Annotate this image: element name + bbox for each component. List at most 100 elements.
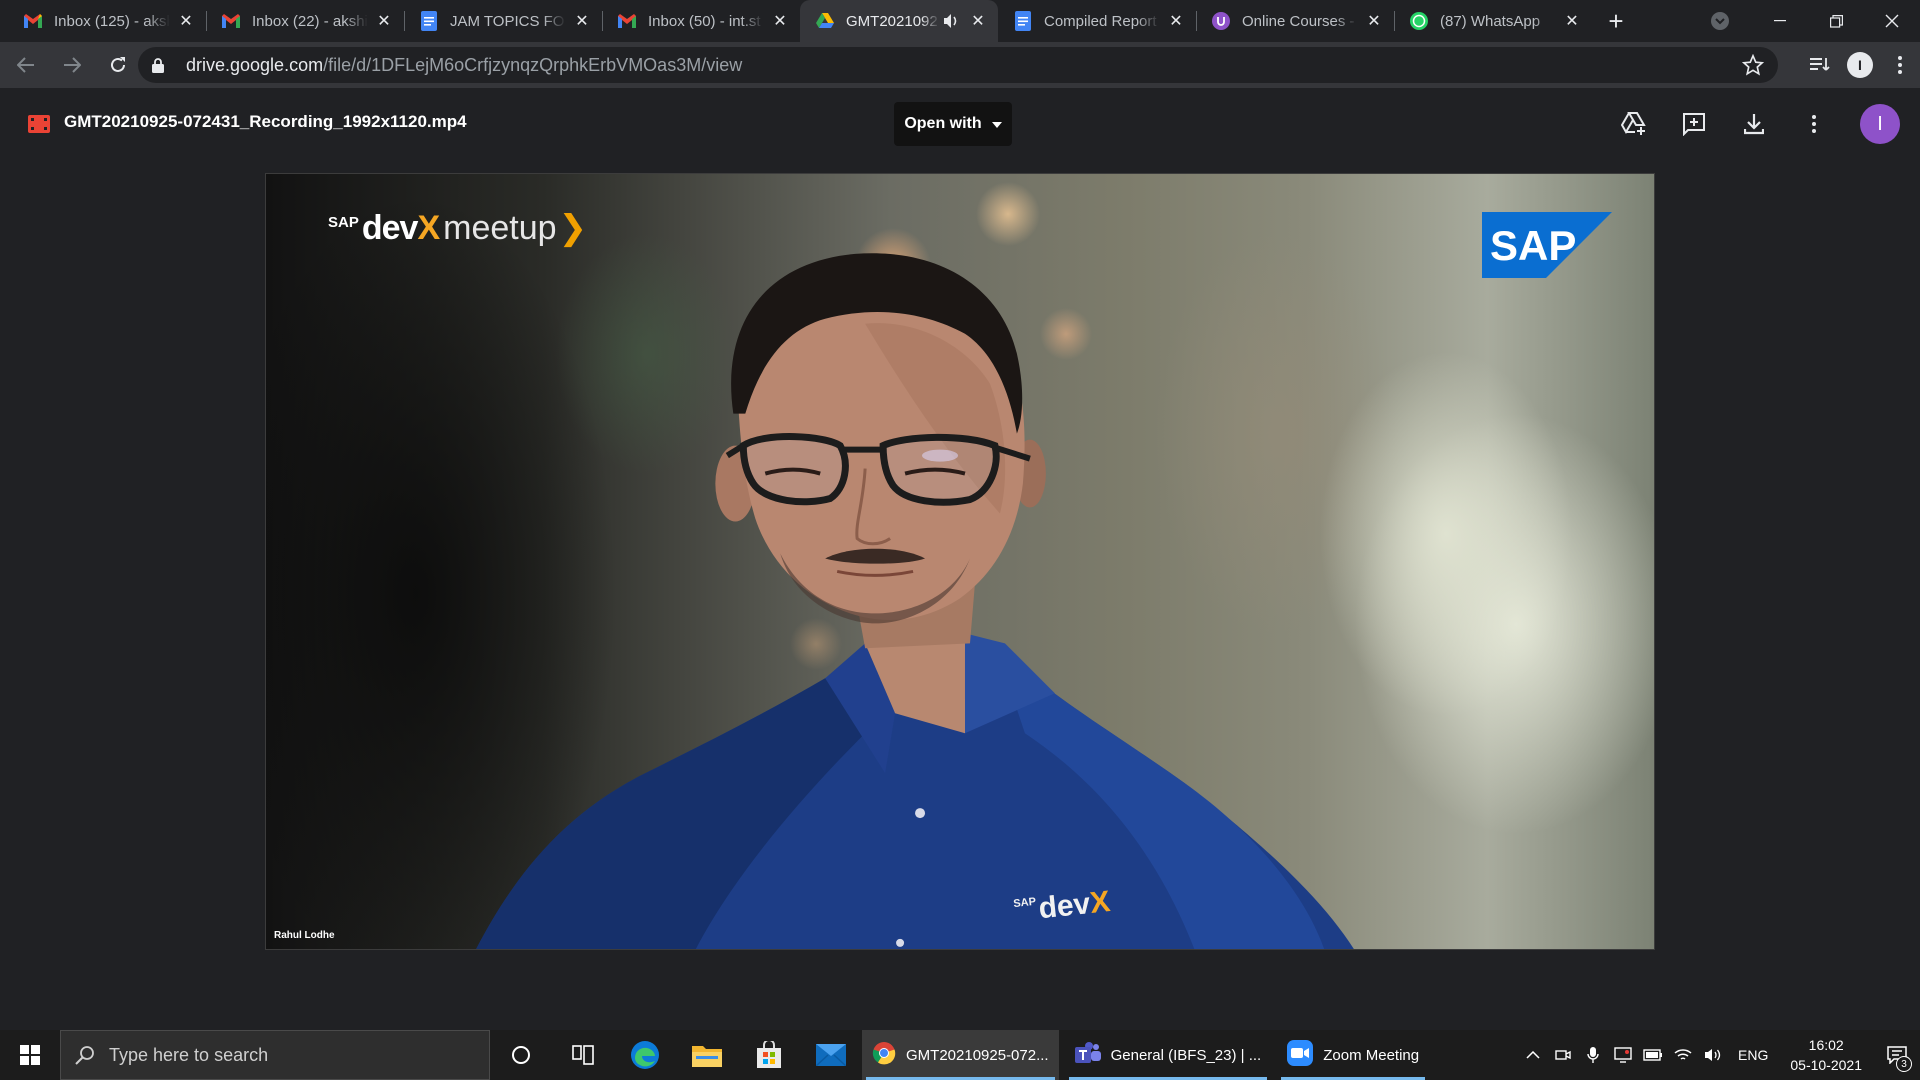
system-clock[interactable]: 16:02 05-10-2021	[1778, 1035, 1874, 1075]
courses-icon	[1212, 12, 1230, 30]
download-icon[interactable]	[1732, 102, 1776, 146]
gmail-icon	[24, 12, 42, 30]
taskbar-window-zoom[interactable]: Zoom Meeting	[1277, 1030, 1429, 1080]
gmail-icon	[618, 12, 636, 30]
svg-text:SAP: SAP	[1490, 222, 1576, 269]
tab-online-courses[interactable]: Online Courses - ✕	[1196, 0, 1394, 42]
taskbar-window-label: GMT20210925-072...	[906, 1046, 1049, 1064]
sap-brand-logo: SAP	[1482, 212, 1612, 278]
video-file-icon	[28, 115, 50, 133]
close-tab-icon[interactable]: ✕	[176, 11, 196, 31]
video-stage: SAP dev Xmeetup ❯ SAP SAPdevX Rahul Lodhe	[0, 160, 1920, 1030]
url-host: drive.google.com	[186, 54, 324, 75]
tab-drive-recording[interactable]: GMT2021092 ✕	[800, 0, 998, 42]
taskbar-window-label: General (IBFS_23) | ...	[1110, 1046, 1262, 1064]
tab-title: JAM TOPICS FOR	[450, 12, 566, 30]
wifi-icon[interactable]	[1668, 1030, 1698, 1080]
search-icon	[75, 1045, 95, 1065]
tab-gmail-inbox-125[interactable]: Inbox (125) - akshay ✕	[8, 0, 206, 42]
tab-title: Inbox (22) - akshit	[252, 12, 368, 30]
address-bar[interactable]: drive.google.com/file/d/1DFLejM6oCrfjzyn…	[138, 47, 1778, 83]
clock-time: 16:02	[1808, 1037, 1844, 1053]
forward-icon[interactable]	[52, 45, 92, 85]
microphone-icon[interactable]	[1578, 1030, 1608, 1080]
account-avatar[interactable]: I	[1860, 104, 1900, 144]
volume-icon[interactable]	[1698, 1030, 1728, 1080]
new-tab-button[interactable]: +	[1598, 0, 1634, 42]
browser-menu-icon[interactable]	[1880, 45, 1920, 85]
window-controls	[1752, 0, 1920, 42]
back-icon[interactable]	[6, 45, 46, 85]
caret-down-icon	[991, 115, 1002, 133]
tab-title: Inbox (125) - akshay	[54, 12, 170, 30]
tab-title: GMT2021092	[846, 12, 938, 30]
mail-icon[interactable]	[800, 1030, 862, 1080]
minimize-icon[interactable]	[1752, 0, 1808, 42]
bookmark-star-icon[interactable]	[1741, 53, 1765, 81]
close-tab-icon[interactable]: ✕	[770, 11, 790, 31]
docs-icon	[420, 11, 438, 31]
add-comment-icon[interactable]	[1672, 102, 1716, 146]
edge-icon[interactable]	[614, 1030, 676, 1080]
more-options-icon[interactable]	[1792, 102, 1836, 146]
whatsapp-icon	[1410, 12, 1428, 30]
tab-whatsapp[interactable]: (87) WhatsApp ✕	[1394, 0, 1592, 42]
search-placeholder: Type here to search	[109, 1044, 269, 1065]
tab-compiled-report[interactable]: Compiled Report ✕	[998, 0, 1196, 42]
tab-gmail-inbox-22[interactable]: Inbox (22) - akshit ✕	[206, 0, 404, 42]
battery-icon[interactable]	[1638, 1030, 1668, 1080]
sap-devx-meetup-logo: SAP dev Xmeetup ❯	[328, 209, 588, 247]
restore-icon[interactable]	[1808, 0, 1864, 42]
tab-list: Inbox (125) - akshay ✕ Inbox (22) - aksh…	[0, 0, 1634, 42]
close-tab-icon[interactable]: ✕	[968, 11, 988, 31]
windows-taskbar: Type here to search GMT20210925-072... G…	[0, 1030, 1920, 1080]
input-language[interactable]: ENG	[1728, 1047, 1778, 1063]
tab-title: Inbox (50) - int.st	[648, 12, 761, 30]
close-tab-icon[interactable]: ✕	[1166, 11, 1186, 31]
tab-search-icon[interactable]	[1708, 9, 1732, 33]
tab-title: Online Courses -	[1242, 12, 1355, 30]
microsoft-store-icon[interactable]	[738, 1030, 800, 1080]
tab-gmail-inbox-50[interactable]: Inbox (50) - int.st ✕	[602, 0, 800, 42]
show-hidden-icons-icon[interactable]	[1518, 1030, 1548, 1080]
drive-viewer-header: GMT20210925-072431_Recording_1992x1120.m…	[0, 88, 1920, 160]
toolbar-right-actions: I	[1800, 42, 1920, 88]
close-tab-icon[interactable]: ✕	[374, 11, 394, 31]
zoom-icon	[1287, 1040, 1314, 1070]
speaker-video-frame	[476, 253, 1354, 949]
add-to-drive-icon[interactable]	[1612, 102, 1656, 146]
screen-share-icon[interactable]	[1608, 1030, 1638, 1080]
open-with-label: Open with	[904, 115, 982, 132]
speaker-icon[interactable]	[944, 14, 962, 28]
task-view-icon[interactable]	[552, 1030, 614, 1080]
windows-start-icon[interactable]	[0, 1030, 60, 1080]
teams-icon	[1074, 1041, 1101, 1069]
profile-avatar[interactable]: I	[1840, 45, 1880, 85]
reload-icon[interactable]	[98, 45, 138, 85]
close-window-icon[interactable]	[1864, 0, 1920, 42]
system-tray: ENG 16:02 05-10-2021 3	[1518, 1030, 1920, 1080]
tab-jam-topics[interactable]: JAM TOPICS FOR ✕	[404, 0, 602, 42]
file-name: GMT20210925-072431_Recording_1992x1120.m…	[64, 112, 467, 131]
gmail-icon	[222, 12, 240, 30]
notification-center-icon[interactable]: 3	[1874, 1030, 1920, 1080]
browser-toolbar: drive.google.com/file/d/1DFLejM6oCrfjzyn…	[0, 42, 1920, 88]
cortana-icon[interactable]	[490, 1030, 552, 1080]
camera-icon[interactable]	[1548, 1030, 1578, 1080]
drive-icon	[816, 12, 834, 30]
clock-date: 05-10-2021	[1790, 1057, 1862, 1073]
docs-icon	[1014, 11, 1032, 31]
close-tab-icon[interactable]: ✕	[1364, 11, 1384, 31]
taskbar-search-box[interactable]: Type here to search	[60, 1030, 490, 1080]
close-tab-icon[interactable]: ✕	[1562, 11, 1582, 31]
open-with-button[interactable]: Open with	[894, 102, 1012, 146]
video-player[interactable]: SAP dev Xmeetup ❯ SAP SAPdevX Rahul Lodhe	[265, 173, 1655, 950]
tab-title: (87) WhatsApp	[1440, 12, 1541, 30]
file-explorer-icon[interactable]	[676, 1030, 738, 1080]
taskbar-window-chrome[interactable]: GMT20210925-072...	[862, 1030, 1059, 1080]
lock-icon[interactable]	[152, 57, 170, 73]
close-tab-icon[interactable]: ✕	[572, 11, 592, 31]
reading-list-icon[interactable]	[1800, 45, 1840, 85]
taskbar-window-teams[interactable]: General (IBFS_23) | ...	[1065, 1030, 1272, 1080]
participant-name-label: Rahul Lodhe	[274, 930, 335, 941]
